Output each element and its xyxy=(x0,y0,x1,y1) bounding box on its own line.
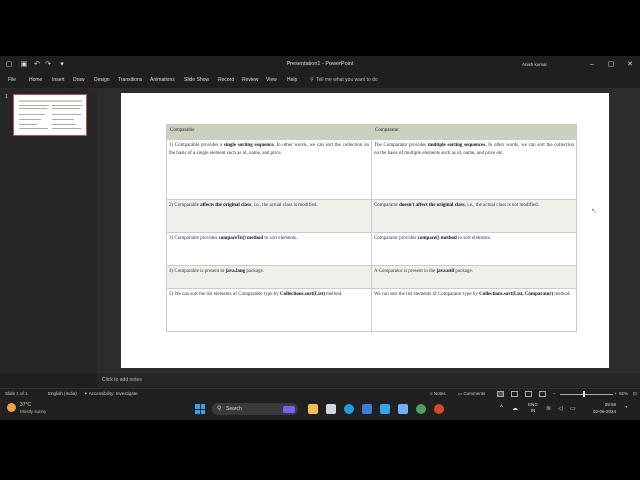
windows-taskbar: 37°C Mostly sunny ⚲ Search ^ ☁ ENG IN ≋ … xyxy=(0,399,640,420)
table-cell[interactable]: Comparator provides compare() method to … xyxy=(371,232,577,266)
zoom-level[interactable]: 92% xyxy=(619,391,628,396)
table-cell[interactable]: 5) We can sort the list elements of Comp… xyxy=(166,288,372,332)
tab-animations[interactable]: Animations xyxy=(150,77,175,83)
zoom-in-icon[interactable]: + xyxy=(614,391,617,396)
sun-icon[interactable] xyxy=(7,403,16,412)
clock-date[interactable]: 02-06-2024 xyxy=(586,409,616,414)
table-header-row: Comparable Comparator xyxy=(166,124,577,140)
slide-thumbnail[interactable] xyxy=(13,94,87,136)
account-name[interactable]: Anish kumar xyxy=(522,62,547,67)
cloud-icon[interactable]: ☁ xyxy=(512,405,518,412)
weather-description: Mostly sunny xyxy=(20,409,47,414)
notes-pane[interactable]: Click to add notes xyxy=(97,373,640,387)
store-icon[interactable] xyxy=(362,404,372,414)
slide-thumbnail-pane: 1 xyxy=(0,89,97,373)
search-label: Search xyxy=(226,406,242,412)
input-language[interactable]: ENG IN xyxy=(528,402,538,414)
zoom-slider[interactable] xyxy=(560,394,613,395)
table-cell[interactable]: The Comparator provides multiple sorting… xyxy=(371,139,577,200)
accessibility-status[interactable]: ✦ Accessibility: Investigate xyxy=(84,391,138,397)
tab-draw[interactable]: Draw xyxy=(73,77,85,83)
table-cell[interactable]: 3) Comparable provides compareTo() metho… xyxy=(166,232,372,266)
tab-insert[interactable]: Insert xyxy=(52,77,65,83)
slide-counter: Slide 1 of 1 xyxy=(5,391,28,396)
chrome-icon[interactable] xyxy=(416,404,426,414)
clock-time[interactable]: 09:58 xyxy=(590,402,616,407)
tab-transitions[interactable]: Transitions xyxy=(118,77,142,83)
table-row: 3) Comparable provides compareTo() metho… xyxy=(166,232,577,266)
comments-button[interactable]: ▭ Comments xyxy=(458,391,485,397)
language-indicator[interactable]: English (India) xyxy=(48,391,77,396)
tab-home[interactable]: Home xyxy=(29,77,42,83)
comparison-table[interactable]: Comparable Comparator 1) Comparable prov… xyxy=(166,124,577,332)
slide-editing-area: Comparable Comparator 1) Comparable prov… xyxy=(97,89,640,373)
mouse-cursor-icon: ↖ xyxy=(591,208,597,215)
chevron-up-icon[interactable]: ^ xyxy=(500,405,503,411)
notes-toggle-button[interactable]: ≡ Notes xyxy=(430,391,446,396)
edge-icon[interactable] xyxy=(344,404,354,414)
tab-view[interactable]: View xyxy=(266,77,277,83)
tab-record[interactable]: Record xyxy=(218,77,234,83)
app-icon[interactable] xyxy=(398,404,408,414)
table-cell[interactable]: 1) Comparable provides a single sorting … xyxy=(166,139,372,200)
powerpoint-icon[interactable] xyxy=(434,404,444,414)
slide-sorter-icon[interactable] xyxy=(511,391,518,397)
zoom-slider-handle[interactable] xyxy=(583,391,585,397)
reading-view-icon[interactable] xyxy=(525,391,532,397)
ribbon-tabs: File Home Insert Draw Design Transitions… xyxy=(0,74,640,88)
weather-temperature[interactable]: 37°C xyxy=(20,402,31,408)
tab-help[interactable]: Help xyxy=(287,77,297,83)
table-cell[interactable]: A Comparator is present in the java.util… xyxy=(371,265,577,289)
tab-slide-show[interactable]: Slide Show xyxy=(184,77,209,83)
notes-placeholder: Click to add notes xyxy=(102,377,142,383)
tell-me-search[interactable]: ⚲ Tell me what you want to do xyxy=(310,76,420,85)
comments-button-label: Comments xyxy=(463,391,486,396)
table-cell[interactable]: 4) Comparable is present in java.lang pa… xyxy=(166,265,372,289)
close-icon[interactable]: ✕ xyxy=(624,60,636,70)
table-row: 1) Comparable provides a single sorting … xyxy=(166,139,577,200)
tab-design[interactable]: Design xyxy=(94,77,110,83)
table-cell[interactable]: 2) Comparable affects the original class… xyxy=(166,199,372,233)
wifi-icon[interactable]: ≋ xyxy=(546,405,551,412)
file-explorer-icon[interactable] xyxy=(308,404,318,414)
tell-me-label: Tell me what you want to do xyxy=(316,77,378,83)
header-cell-comparator[interactable]: Comparator xyxy=(371,124,577,140)
vscode-icon[interactable] xyxy=(380,404,390,414)
thumbnail-number: 1 xyxy=(5,94,8,100)
accessibility-label: Accessibility: Investigate xyxy=(88,391,138,396)
table-cell[interactable]: Comparator doesn't affect the original c… xyxy=(371,199,577,233)
task-view-icon[interactable] xyxy=(326,404,336,414)
table-row: 2) Comparable affects the original class… xyxy=(166,199,577,233)
notification-bell-icon[interactable]: ◔ xyxy=(624,405,628,411)
volume-icon[interactable]: ◁ xyxy=(558,405,563,412)
normal-view-icon[interactable] xyxy=(497,391,504,397)
fit-slide-icon[interactable]: ⊡ xyxy=(633,391,637,397)
battery-icon[interactable]: ▭ xyxy=(570,405,576,412)
search-icon: ⚲ xyxy=(217,406,222,412)
windows-start-icon[interactable] xyxy=(195,404,205,414)
maximize-icon[interactable]: ▢ xyxy=(605,60,617,70)
zoom-out-icon[interactable]: – xyxy=(553,391,556,396)
tab-file[interactable]: File xyxy=(8,77,16,83)
header-cell-comparable[interactable]: Comparable xyxy=(166,124,372,140)
table-row: 4) Comparable is present in java.lang pa… xyxy=(166,265,577,289)
slideshow-view-icon[interactable] xyxy=(539,391,546,397)
powerpoint-window: ▢ ▣ ↶ ↷ ▾ Presentation1 - PowerPoint Ani… xyxy=(0,56,640,420)
minimize-icon[interactable]: – xyxy=(586,60,598,70)
region-code: IN xyxy=(530,408,536,413)
tab-review[interactable]: Review xyxy=(242,77,258,83)
slide-canvas[interactable]: Comparable Comparator 1) Comparable prov… xyxy=(121,93,609,368)
table-cell[interactable]: We can sort the list elements of Compara… xyxy=(371,288,577,332)
notes-button-label: Notes xyxy=(433,391,446,396)
search-highlight-icon[interactable] xyxy=(283,406,295,413)
table-row: 5) We can sort the list elements of Comp… xyxy=(166,288,577,332)
title-bar: ▢ ▣ ↶ ↷ ▾ Presentation1 - PowerPoint Ani… xyxy=(0,56,640,74)
